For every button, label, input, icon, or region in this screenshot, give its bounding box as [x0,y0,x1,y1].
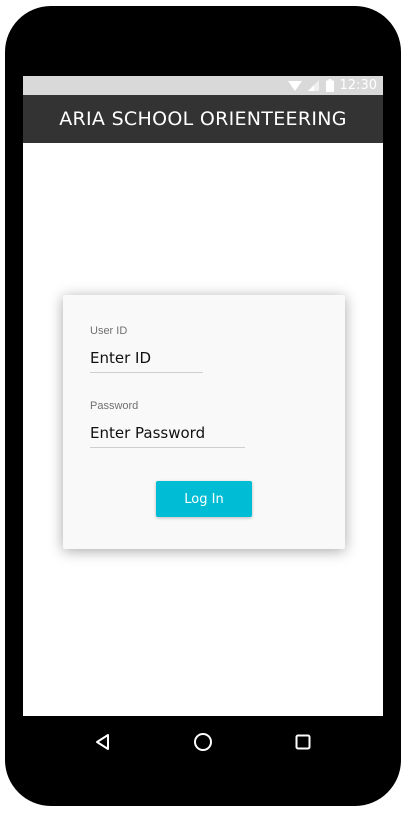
status-time: 12:30 [339,78,377,93]
device-screen: 12:30 ARIA SCHOOL ORIENTEERING User ID E… [23,76,383,716]
home-icon [194,733,212,751]
home-button[interactable] [191,730,215,754]
navigation-bar [0,716,406,768]
app-title: ARIA SCHOOL ORIENTEERING [59,108,347,130]
app-bar: ARIA SCHOOL ORIENTEERING [23,95,383,143]
status-bar: 12:30 [23,76,383,95]
wifi-icon [287,77,302,96]
login-button[interactable]: Log In [156,481,252,517]
password-underline [90,447,245,448]
password-input[interactable]: Enter Password [90,424,205,442]
cell-signal-icon [307,77,320,96]
battery-icon [325,77,334,96]
user-id-label: User ID [90,325,128,337]
user-id-input[interactable]: Enter ID [90,349,151,367]
status-icons: 12:30 [287,77,377,96]
back-icon [96,734,109,750]
back-button[interactable] [91,730,115,754]
recents-icon [295,734,311,750]
recents-button[interactable] [291,730,315,754]
login-card: User ID Enter ID Password Enter Password… [63,295,345,549]
user-id-underline [90,372,203,373]
password-label: Password [90,400,139,412]
